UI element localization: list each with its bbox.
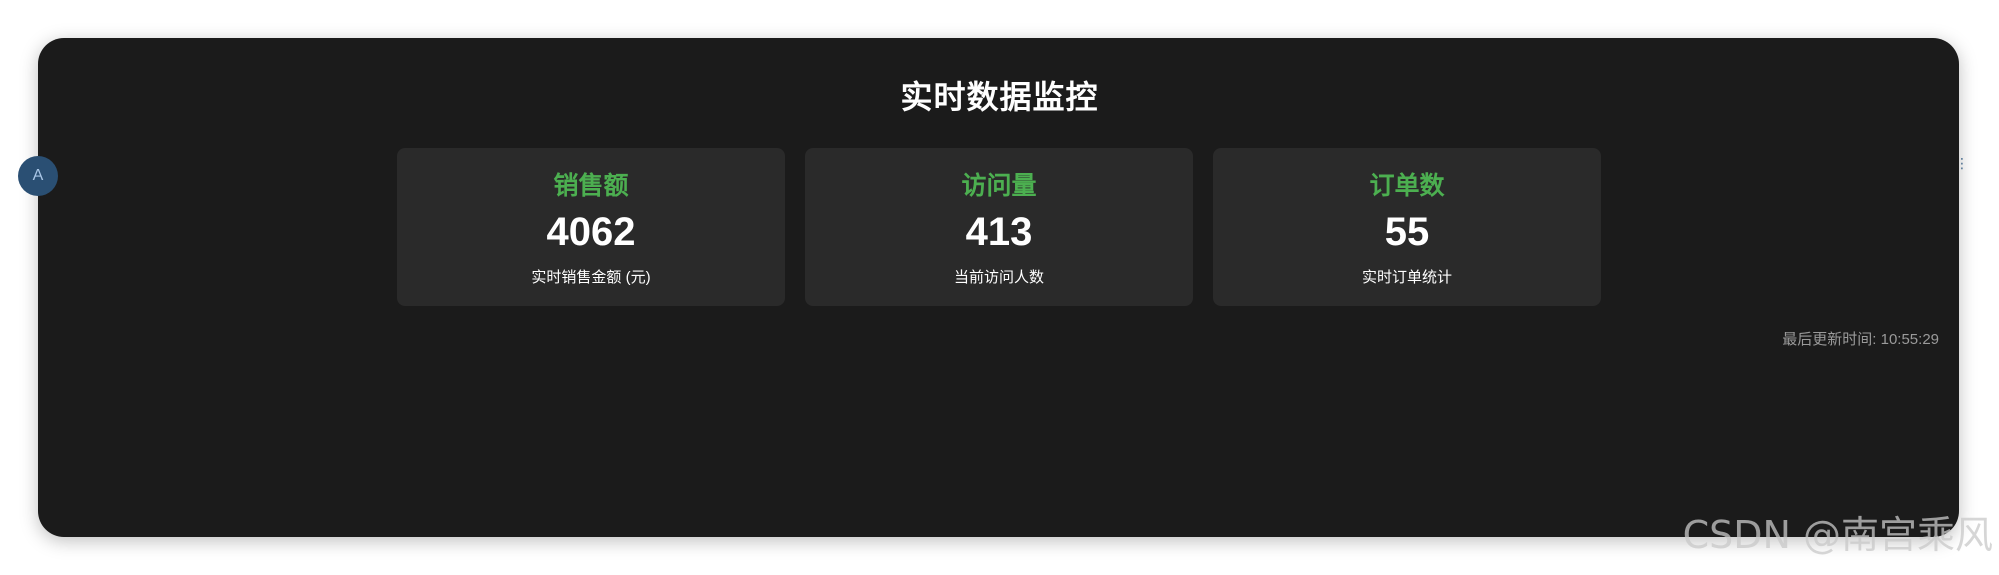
stat-card-description: 当前访问人数 [953, 269, 1044, 286]
stat-card-value: 413 [965, 210, 1033, 254]
translate-icon-letter: A [32, 167, 44, 184]
stat-card-orders: 订单数 55 实时订单统计 [1213, 148, 1601, 306]
stat-card-label: 订单数 [1369, 172, 1445, 200]
page-title: 实时数据监控 [900, 79, 1099, 115]
stat-card-description: 实时订单统计 [1361, 269, 1452, 286]
stat-card-visits: 访问量 413 当前访问人数 [805, 148, 1193, 306]
translate-icon[interactable]: A [18, 156, 58, 196]
last-updated: 最后更新时间: 10:55:29 [1782, 328, 1939, 349]
side-handle-icon[interactable]: ⋮ [1955, 156, 1969, 192]
watermark: CSDN @南宫乘风 [1682, 513, 1993, 557]
stat-card-label: 访问量 [961, 172, 1037, 200]
last-updated-time: 10:55:29 [1880, 331, 1939, 348]
last-updated-label: 最后更新时间: [1782, 331, 1877, 348]
stat-card-sales: 销售额 4062 实时销售金额 (元) [397, 148, 785, 306]
stat-cards: 销售额 4062 实时销售金额 (元) 访问量 413 当前访问人数 订单数 5… [397, 148, 1601, 306]
stat-card-value: 55 [1384, 210, 1430, 254]
stat-card-description: 实时销售金额 (元) [531, 269, 651, 286]
stat-card-value: 4062 [546, 210, 636, 254]
stat-card-label: 销售额 [553, 172, 629, 200]
